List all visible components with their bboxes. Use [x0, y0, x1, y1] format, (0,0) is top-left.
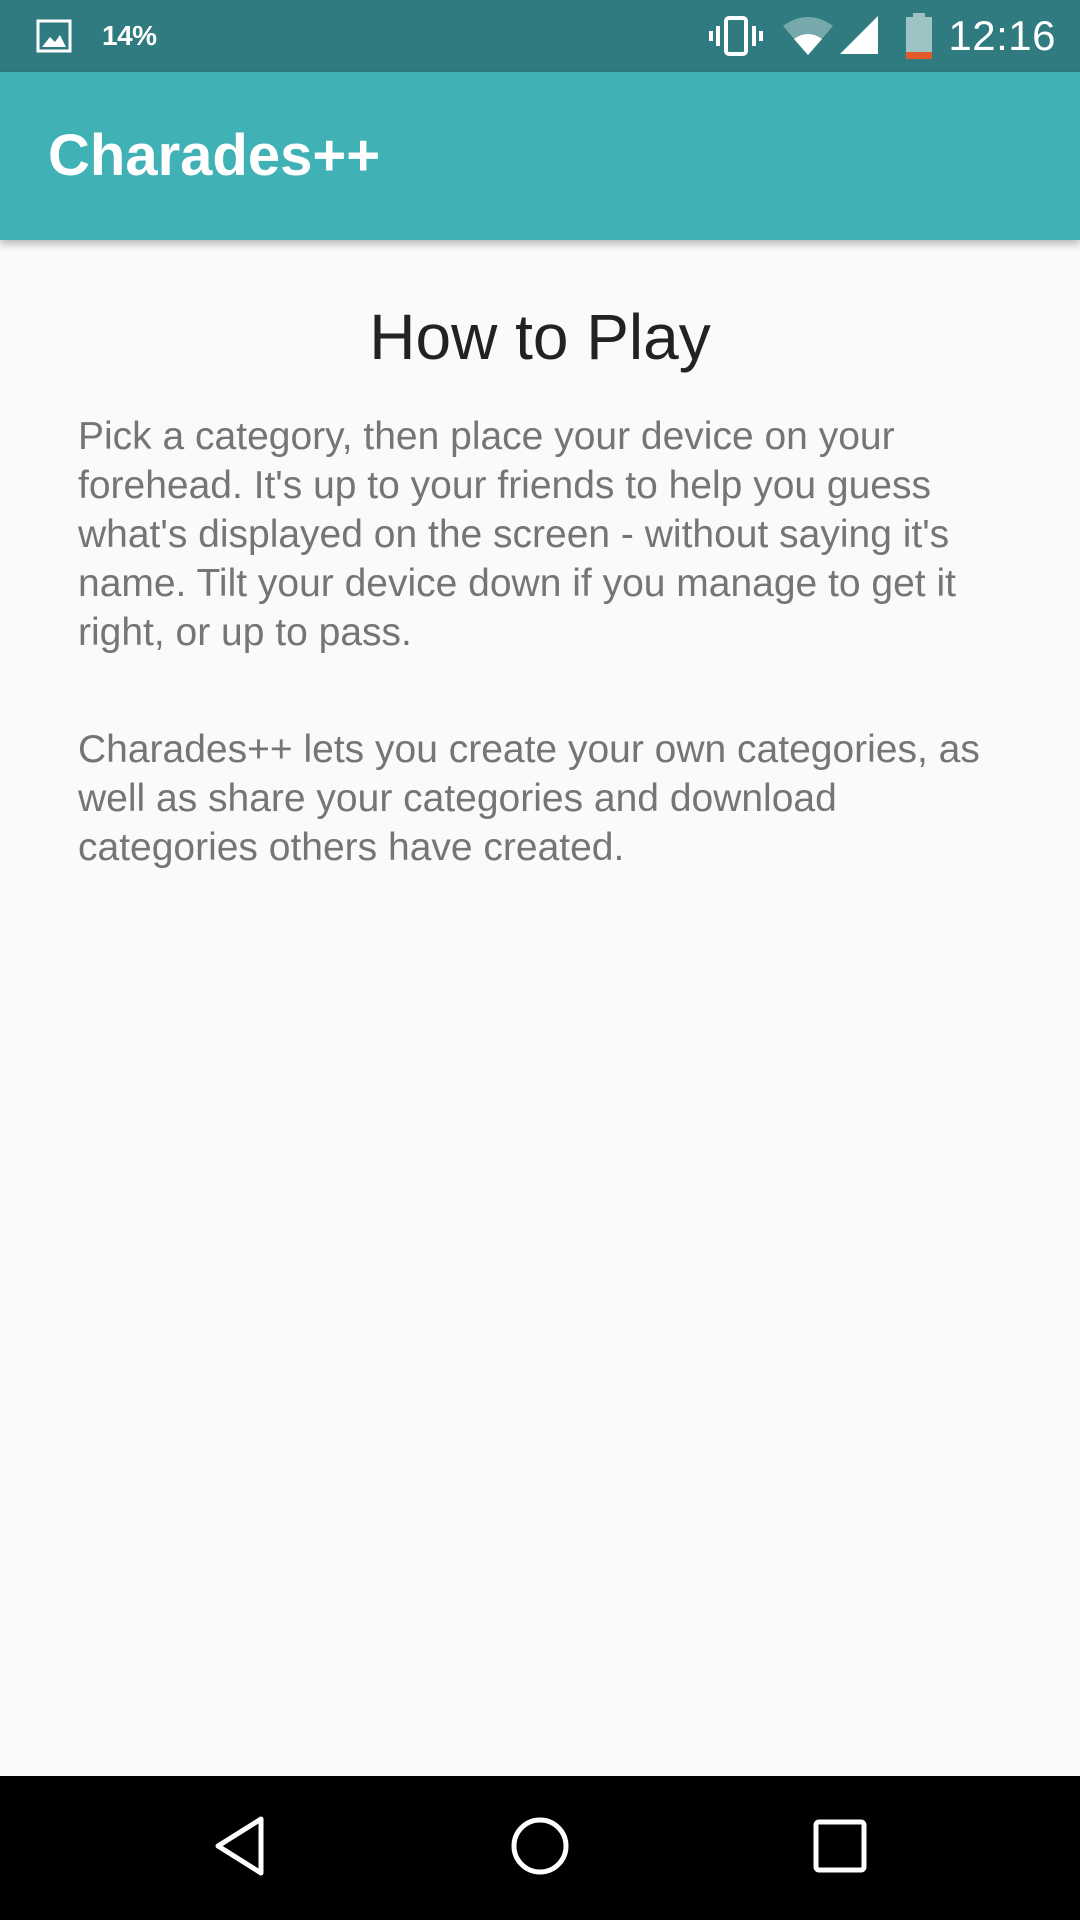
back-button[interactable] [160, 1776, 320, 1920]
recents-button[interactable] [760, 1776, 920, 1920]
clock: 12:16 [948, 12, 1056, 59]
features-paragraph: Charades++ lets you create your own cate… [78, 728, 980, 869]
battery-icon [904, 13, 934, 59]
status-bar-left: 14% [36, 0, 157, 72]
navigation-bar [0, 1776, 1080, 1920]
screen: 14% 12:16 Charades++ How to Play Pick a … [0, 0, 1080, 1920]
status-bar-right: 12:16 [708, 0, 1056, 72]
page-heading: How to Play [369, 301, 711, 373]
home-icon [510, 1816, 570, 1881]
signal-icon [838, 16, 880, 56]
vibrate-icon [708, 16, 764, 56]
app-bar: Charades++ [0, 72, 1080, 240]
back-icon [212, 1815, 268, 1882]
gallery-icon [36, 18, 72, 54]
how-to-play-content: How to Play Pick a category, then place … [0, 240, 1080, 1776]
wifi-icon [782, 16, 834, 56]
home-button[interactable] [460, 1776, 620, 1920]
recents-icon [813, 1819, 867, 1878]
status-bar: 14% 12:16 [0, 0, 1080, 72]
instructions-paragraph: Pick a category, then place your device … [78, 415, 956, 654]
app-title: Charades++ [48, 123, 381, 188]
battery-percent: 14% [102, 20, 157, 51]
